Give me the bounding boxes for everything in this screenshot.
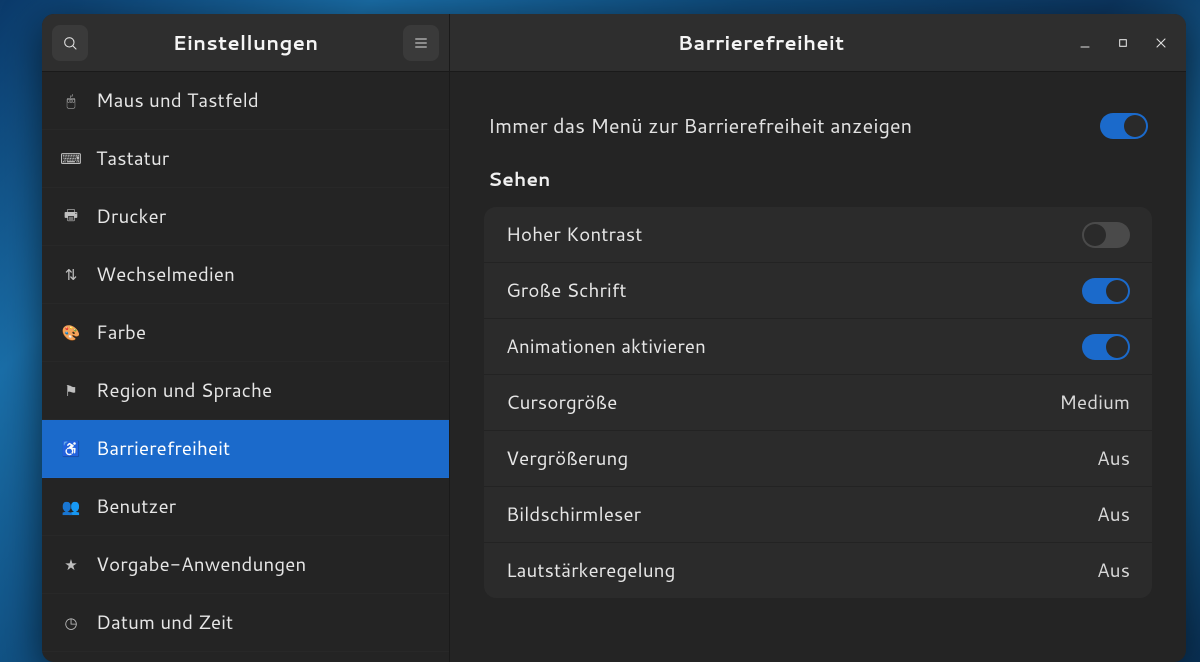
close-icon — [1153, 35, 1169, 51]
maximize-icon — [1115, 35, 1131, 51]
sidebar-item-label: Maus und Tastfeld — [96, 87, 259, 114]
sidebar-navlist[interactable]: 🖱 Maus und Tastfeld ⌨ Tastatur 🖶 Drucker ⇅ Wech… — [42, 72, 449, 662]
sidebar-item-label: Benutzer — [96, 493, 176, 520]
always-show-menu-label: Immer das Menü zur Barrierefreiheit anze… — [488, 112, 912, 140]
seeing-row[interactable]: Vergrößerung Aus — [484, 430, 1152, 486]
content-headerbar: Barrierefreiheit — [450, 14, 1186, 72]
seeing-row-label: Animationen aktivieren — [506, 333, 706, 360]
search-button[interactable] — [52, 25, 88, 61]
sidebar-item[interactable]: ⚑ Region und Sprache — [42, 362, 449, 420]
always-show-menu-row: Immer das Menü zur Barrierefreiheit anze… — [484, 100, 1152, 158]
sidebar-item[interactable]: ◷ Datum und Zeit — [42, 594, 449, 652]
hamburger-icon — [413, 35, 429, 51]
sidebar-headerbar: Einstellungen — [42, 14, 449, 72]
seeing-row-value: Aus — [1097, 501, 1130, 528]
seeing-row-switch[interactable] — [1082, 278, 1130, 304]
sidebar-item-icon: 🖶 — [62, 204, 80, 230]
sidebar-item[interactable]: ♿ Barrierefreiheit — [42, 420, 449, 478]
sidebar-item[interactable]: 🎨 Farbe — [42, 304, 449, 362]
seeing-row: Hoher Kontrast — [484, 207, 1152, 262]
sidebar-item-icon: 🖱 — [62, 90, 80, 111]
seeing-row[interactable]: Lautstärkeregelung Aus — [484, 542, 1152, 598]
close-button[interactable] — [1146, 28, 1176, 58]
sidebar-item-icon: ⌨ — [62, 148, 80, 169]
sidebar-item-icon: ◷ — [62, 612, 80, 633]
seeing-row: Große Schrift — [484, 262, 1152, 318]
sidebar-item-label: Wechselmedien — [96, 261, 235, 288]
seeing-row-switch[interactable] — [1082, 334, 1130, 360]
seeing-group: Hoher Kontrast Große Schrift Animationen a… — [484, 207, 1152, 598]
seeing-row-label: Bildschirmleser — [506, 501, 641, 528]
panel-body: Immer das Menü zur Barrierefreiheit anze… — [450, 72, 1186, 662]
content-pane: Barrierefreiheit Immer das Menü zur Barr… — [450, 14, 1186, 662]
sidebar: Einstellungen 🖱 Maus und Tastfeld ⌨ Tastatu… — [42, 14, 450, 662]
sidebar-item[interactable]: ⇅ Wechselmedien — [42, 246, 449, 304]
seeing-row-label: Vergrößerung — [506, 445, 628, 472]
seeing-row: Animationen aktivieren — [484, 318, 1152, 374]
seeing-row-value: Medium — [1059, 389, 1130, 416]
sidebar-title: Einstellungen — [88, 29, 403, 57]
sidebar-item-icon: 🎨 — [62, 322, 80, 343]
sidebar-item-icon: ⇅ — [62, 264, 80, 285]
seeing-row-value: Aus — [1097, 557, 1130, 584]
sidebar-item-icon: ♿ — [62, 438, 80, 459]
sidebar-item-label: Vorgabe-Anwendungen — [96, 551, 306, 578]
sidebar-item-label: Farbe — [96, 319, 146, 346]
settings-window: Einstellungen 🖱 Maus und Tastfeld ⌨ Tastatu… — [42, 14, 1186, 662]
sidebar-item[interactable]: ★ Vorgabe-Anwendungen — [42, 536, 449, 594]
panel-title: Barrierefreiheit — [460, 29, 1062, 57]
seeing-row-label: Lautstärkeregelung — [506, 557, 675, 584]
seeing-row-label: Große Schrift — [506, 277, 627, 304]
always-show-menu-switch[interactable] — [1100, 113, 1148, 139]
sidebar-item-label: Barrierefreiheit — [96, 435, 230, 462]
seeing-row-label: Hoher Kontrast — [506, 221, 642, 248]
seeing-section-title: Sehen — [488, 166, 1152, 193]
sidebar-item[interactable]: 🖱 Maus und Tastfeld — [42, 72, 449, 130]
sidebar-item-icon: ⚑ — [62, 380, 80, 401]
sidebar-item-label: Datum und Zeit — [96, 609, 233, 636]
sidebar-item-label: Region und Sprache — [96, 377, 272, 404]
seeing-row-switch[interactable] — [1082, 222, 1130, 248]
sidebar-item-icon: ★ — [62, 554, 80, 575]
sidebar-item-label: Drucker — [96, 203, 166, 230]
seeing-row[interactable]: Bildschirmleser Aus — [484, 486, 1152, 542]
seeing-row-value: Aus — [1097, 445, 1130, 472]
menu-button[interactable] — [403, 25, 439, 61]
seeing-row-label: Cursorgröße — [506, 389, 617, 416]
minimize-button[interactable] — [1070, 28, 1100, 58]
sidebar-item-icon: 👥 — [62, 496, 80, 517]
sidebar-item[interactable]: 🖶 Drucker — [42, 188, 449, 246]
minimize-icon — [1077, 35, 1093, 51]
seeing-row[interactable]: Cursorgröße Medium — [484, 374, 1152, 430]
search-icon — [62, 35, 78, 51]
maximize-button[interactable] — [1108, 28, 1138, 58]
sidebar-item[interactable]: ⌨ Tastatur — [42, 130, 449, 188]
sidebar-item[interactable]: 👥 Benutzer — [42, 478, 449, 536]
sidebar-item-label: Tastatur — [96, 145, 169, 172]
